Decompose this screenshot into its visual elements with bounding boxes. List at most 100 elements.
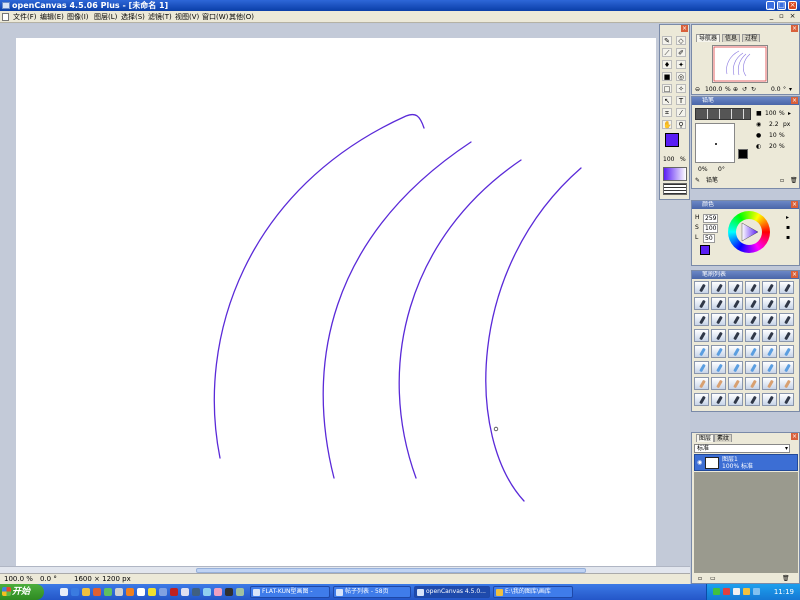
- menu-edit[interactable]: 编辑(E): [40, 11, 64, 23]
- brush-preset[interactable]: [762, 281, 777, 294]
- task-post-list[interactable]: 帖子列表 - 58页: [333, 586, 411, 598]
- pen-hardness[interactable]: 20: [769, 143, 777, 150]
- delete-brush-icon[interactable]: 🗑: [790, 177, 798, 184]
- brush-preset[interactable]: [711, 345, 726, 358]
- brush-preset[interactable]: [762, 377, 777, 390]
- pen-panel-close-button[interactable]: ×: [791, 97, 798, 104]
- brush-preset[interactable]: [694, 377, 709, 390]
- brush-shape-preview[interactable]: [695, 123, 735, 163]
- brush-preset[interactable]: [745, 377, 760, 390]
- brush-preset[interactable]: [762, 393, 777, 406]
- brush-preset[interactable]: [745, 313, 760, 326]
- quicklaunch-app5-icon[interactable]: [148, 588, 156, 596]
- brush-preset[interactable]: [711, 393, 726, 406]
- pen-size[interactable]: 2.2: [769, 121, 779, 128]
- start-button[interactable]: 开始: [0, 584, 44, 600]
- brush-preset[interactable]: [728, 345, 743, 358]
- brush-preset[interactable]: [762, 329, 777, 342]
- task-opencanvas[interactable]: openCanvas 4.5.0...: [414, 586, 490, 598]
- document-icon[interactable]: [2, 13, 9, 21]
- gradient-preview[interactable]: [663, 167, 687, 181]
- brush-preset[interactable]: [779, 345, 794, 358]
- color-triangle[interactable]: [738, 221, 760, 243]
- doc-close-button[interactable]: ×: [788, 12, 797, 21]
- quicklaunch-folder-icon[interactable]: [82, 588, 90, 596]
- menu-select[interactable]: 选择(S): [121, 11, 145, 23]
- brush-preset[interactable]: [779, 281, 794, 294]
- doc-minimize-button[interactable]: _: [767, 12, 776, 21]
- eyedropper-tool-icon[interactable]: ⁄: [676, 108, 686, 117]
- tray-ime-icon[interactable]: [753, 588, 760, 595]
- quicklaunch-app4-icon[interactable]: [137, 588, 145, 596]
- brush-preset[interactable]: [779, 361, 794, 374]
- zoom-out-icon[interactable]: ⊖: [695, 86, 700, 93]
- quicklaunch-app3-icon[interactable]: [126, 588, 134, 596]
- task-explorer[interactable]: E:\我的图库\画库: [493, 586, 573, 598]
- quicklaunch-ie-icon[interactable]: [71, 588, 79, 596]
- brush-preset[interactable]: [762, 345, 777, 358]
- hue-value[interactable]: 259: [703, 214, 719, 223]
- brush-preset[interactable]: [728, 313, 743, 326]
- quicklaunch-app2-icon[interactable]: [115, 588, 123, 596]
- task-flat-kun[interactable]: FLAT-KUN型画图 -: [250, 586, 330, 598]
- maximize-button[interactable]: □: [777, 1, 786, 10]
- menu-window[interactable]: 窗口(W): [202, 11, 228, 23]
- new-layer-icon[interactable]: ▫: [698, 575, 702, 582]
- brush-preset[interactable]: [694, 361, 709, 374]
- saturation-value[interactable]: 100: [703, 224, 719, 233]
- brush-preset[interactable]: [745, 297, 760, 310]
- brush-color-swatch[interactable]: [738, 149, 748, 159]
- brush-preset[interactable]: [779, 297, 794, 310]
- tray-app-icon[interactable]: [713, 588, 720, 595]
- pencil-tool-icon[interactable]: ⟋: [662, 48, 672, 57]
- brush-preset[interactable]: [694, 297, 709, 310]
- tray-network-icon[interactable]: [733, 588, 740, 595]
- color-mode-icon[interactable]: ▪: [786, 224, 790, 231]
- rotation-menu-icon[interactable]: ▾: [789, 86, 792, 93]
- quicklaunch-app13-icon[interactable]: [236, 588, 244, 596]
- pen-opacity[interactable]: 100: [765, 110, 776, 117]
- brush-preset[interactable]: [711, 329, 726, 342]
- new-brush-icon[interactable]: ▫: [780, 177, 784, 184]
- brush-preset-strip[interactable]: [695, 108, 751, 120]
- menu-image[interactable]: 图像(I): [67, 11, 89, 23]
- opacity-menu-icon[interactable]: ▸: [788, 110, 791, 117]
- brush-preset[interactable]: [694, 393, 709, 406]
- brush-preset[interactable]: [745, 329, 760, 342]
- text-tool-icon[interactable]: T: [676, 96, 686, 105]
- doc-restore-button[interactable]: ▫: [777, 12, 786, 21]
- brush-preset[interactable]: [779, 329, 794, 342]
- color-palette-icon[interactable]: ▪: [786, 234, 790, 241]
- texture-preview-icon[interactable]: [663, 183, 687, 195]
- zoom-tool-icon[interactable]: ⚲: [676, 120, 686, 129]
- brush-preset[interactable]: [694, 329, 709, 342]
- brush-preset[interactable]: [779, 313, 794, 326]
- tab-info[interactable]: 信息: [722, 34, 741, 42]
- eraser-tool-icon[interactable]: ◇: [676, 36, 686, 45]
- brush-preset[interactable]: [762, 361, 777, 374]
- tab-history[interactable]: 过程: [742, 34, 761, 42]
- quicklaunch-app6-icon[interactable]: [159, 588, 167, 596]
- lightness-value[interactable]: 50: [703, 234, 715, 243]
- brush-preset[interactable]: [694, 313, 709, 326]
- quicklaunch-app9-icon[interactable]: [192, 588, 200, 596]
- drawing-canvas[interactable]: [16, 38, 656, 571]
- brush-preset[interactable]: [728, 329, 743, 342]
- brush-preset[interactable]: [779, 377, 794, 390]
- layer-folder-icon[interactable]: ▭: [710, 575, 716, 582]
- brush-preset[interactable]: [728, 297, 743, 310]
- tab-layers[interactable]: 图层: [696, 434, 715, 442]
- brush-list-close-button[interactable]: ×: [791, 271, 798, 278]
- fill-tool-icon[interactable]: ■: [662, 72, 672, 81]
- quicklaunch-app8-icon[interactable]: [181, 588, 189, 596]
- magic-wand-tool-icon[interactable]: ✧: [676, 84, 686, 93]
- quicklaunch-app12-icon[interactable]: [225, 588, 233, 596]
- menu-view[interactable]: 视图(V): [175, 11, 199, 23]
- minimize-button[interactable]: _: [766, 1, 775, 10]
- color-wheel[interactable]: [728, 211, 770, 253]
- brush-preset[interactable]: [728, 361, 743, 374]
- quicklaunch-player-icon[interactable]: [93, 588, 101, 596]
- navigator-close-button[interactable]: ×: [791, 25, 798, 32]
- canvas-area[interactable]: [0, 24, 690, 572]
- brush-preset[interactable]: [711, 297, 726, 310]
